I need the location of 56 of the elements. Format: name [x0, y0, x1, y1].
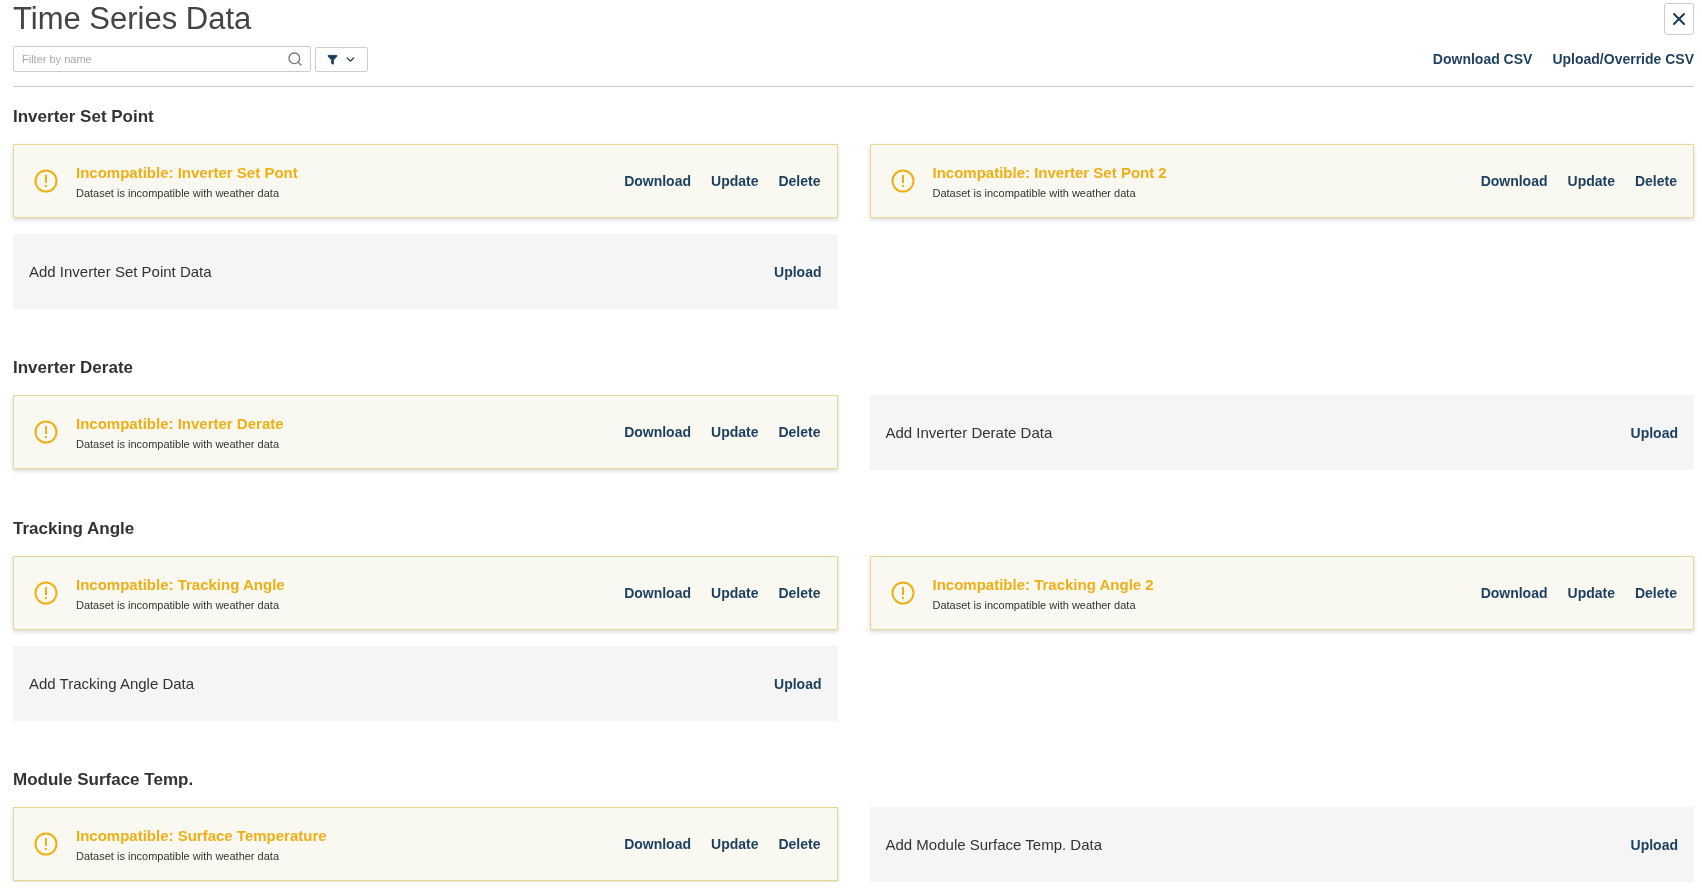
warning-icon [890, 169, 915, 193]
dataset-status: Dataset is incompatible with weather data [932, 186, 1137, 199]
search-field[interactable]: Filter by name [13, 46, 311, 72]
header-link[interactable]: Download CSV [1432, 51, 1533, 67]
add-data-label: Add Module Surface Temp. Data [885, 836, 1102, 853]
action-link[interactable]: Update [711, 585, 759, 601]
action-link[interactable]: Delete [1634, 173, 1677, 189]
add-data-label: Add Tracking Angle Data [29, 675, 195, 692]
close-button[interactable] [1664, 3, 1694, 35]
section-heading: Inverter Derate [13, 357, 134, 379]
action-link[interactable]: Update [711, 173, 759, 189]
upload-link[interactable]: Upload [774, 263, 822, 280]
dataset-status: Dataset is incompatible with weather data [76, 598, 280, 611]
action-link[interactable]: Update [711, 424, 759, 440]
dataset-title: Incompatible: Tracking Angle [76, 575, 286, 593]
section-heading: Inverter Set Point [13, 106, 155, 128]
filter-icon [326, 53, 338, 65]
dataset-title: Incompatible: Inverter Derate [76, 414, 285, 432]
add-data-label: Add Inverter Set Point Data [29, 263, 212, 280]
action-link[interactable]: Delete [778, 585, 821, 601]
section-heading: Tracking Angle [13, 518, 136, 540]
action-link[interactable]: Download [1480, 173, 1548, 189]
warning-icon [34, 420, 58, 444]
upload-link[interactable]: Upload [774, 675, 822, 692]
page-title: Time Series Data [13, 0, 252, 38]
action-link[interactable]: Download [624, 424, 691, 440]
section-heading: Module Surface Temp. [13, 769, 195, 791]
action-link[interactable]: Update [1567, 585, 1615, 601]
action-link[interactable]: Update [711, 836, 759, 852]
header-link[interactable]: Upload/Override CSV [1552, 51, 1694, 67]
upload-link[interactable]: Upload [1630, 424, 1678, 441]
search-icon [287, 51, 303, 67]
action-link[interactable]: Update [1567, 173, 1615, 189]
action-link[interactable]: Download [624, 173, 691, 189]
dataset-status: Dataset is incompatible with weather data [76, 186, 280, 199]
action-link[interactable]: Download [1480, 585, 1548, 601]
upload-link[interactable]: Upload [1630, 836, 1678, 853]
action-link[interactable]: Delete [778, 173, 821, 189]
action-link[interactable]: Download [624, 836, 691, 852]
warning-icon [34, 581, 58, 605]
warning-icon [34, 169, 58, 193]
dataset-title: Incompatible: Tracking Angle 2 [932, 575, 1155, 593]
dataset-title: Incompatible: Inverter Set Pont [76, 163, 299, 181]
action-link[interactable]: Download [624, 585, 691, 601]
action-link[interactable]: Delete [778, 424, 821, 440]
action-link[interactable]: Delete [1634, 585, 1677, 601]
add-data-label: Add Inverter Derate Data [885, 424, 1053, 441]
dataset-title: Incompatible: Inverter Set Pont 2 [932, 163, 1168, 181]
warning-icon [890, 581, 915, 605]
dataset-status: Dataset is incompatible with weather data [76, 437, 280, 450]
warning-icon [34, 832, 58, 856]
action-link[interactable]: Delete [778, 836, 821, 852]
dataset-title: Incompatible: Surface Temperature [76, 826, 328, 844]
filter-button[interactable] [315, 46, 368, 72]
dataset-status: Dataset is incompatible with weather data [76, 849, 280, 862]
dataset-status: Dataset is incompatible with weather data [932, 598, 1137, 611]
